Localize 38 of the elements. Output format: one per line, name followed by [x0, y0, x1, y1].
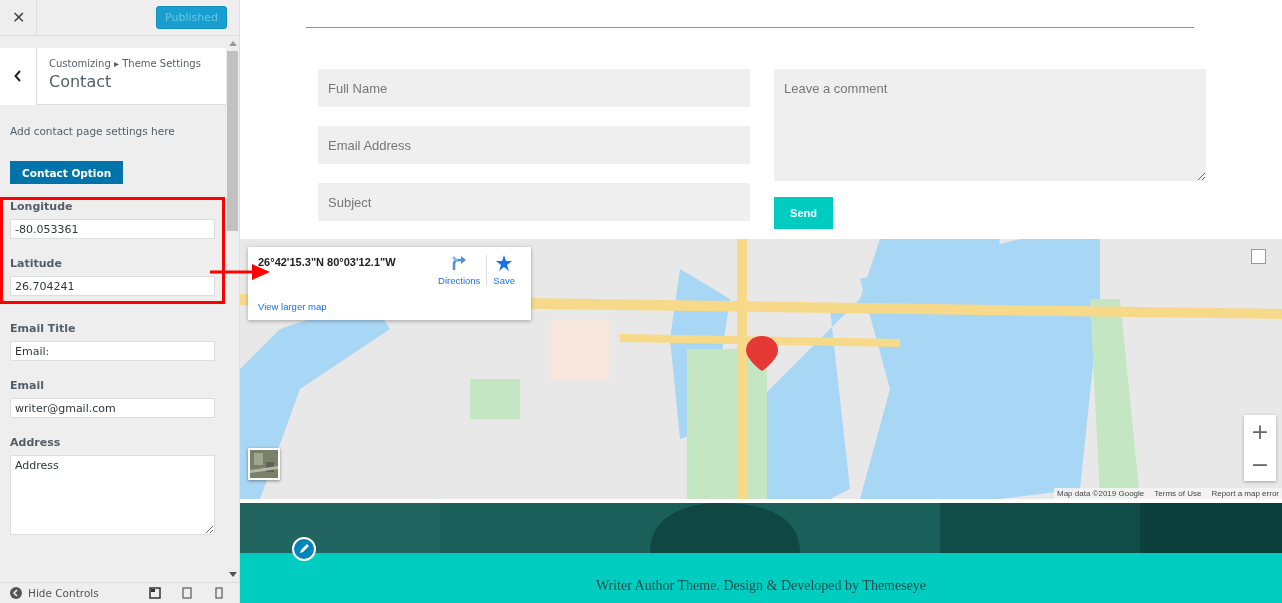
text-field[interactable]: Email: — [10, 341, 215, 361]
hide-controls-button[interactable]: Hide Controls — [28, 587, 143, 599]
map-link[interactable]: Terms of Use — [1154, 489, 1202, 498]
contact-option-button[interactable]: Contact Option — [10, 161, 124, 184]
zoom-out-button[interactable]: − — [1244, 448, 1276, 481]
map-link[interactable]: Report a map error — [1211, 489, 1279, 498]
tablet-icon[interactable] — [181, 587, 193, 599]
back-icon — [14, 70, 22, 82]
text-field[interactable]: -80.053361 — [10, 219, 215, 239]
input-field[interactable]: Full Name — [318, 69, 750, 107]
text-field[interactable]: 26.704241 — [10, 276, 215, 296]
footer-credit: Writer Author Theme. Design & Developed by Themeseye — [595, 578, 927, 595]
section-title: Contact — [49, 72, 112, 91]
view-larger-map-link[interactable]: View larger map — [258, 301, 327, 312]
map-attribution: Map data ©2019 Google — [1057, 489, 1145, 498]
save-button[interactable]: Save — [486, 255, 521, 286]
close-button[interactable]: ✕ — [0, 0, 37, 35]
text-field[interactable]: writer@gmail.com — [10, 398, 215, 418]
field-label: Email — [10, 379, 45, 393]
desktop-icon[interactable] — [149, 587, 161, 599]
coordinates: 26°42'15.3"N 80°03'12.1"W — [258, 256, 396, 268]
field-label: Longitude — [10, 200, 74, 214]
field-label: Address — [10, 436, 62, 450]
input-field[interactable]: Subject — [318, 183, 750, 221]
field-label: Latitude — [10, 257, 63, 271]
input-field[interactable]: Email Address — [318, 126, 750, 164]
address-field[interactable]: Address — [10, 455, 215, 535]
star-icon — [496, 255, 513, 271]
section-description: Add contact page settings here — [10, 125, 176, 137]
field-label: Email Title — [10, 322, 77, 336]
directions-icon — [451, 255, 468, 271]
map-checkbox[interactable] — [1251, 249, 1266, 264]
comment-field[interactable]: Leave a comment — [774, 69, 1206, 181]
zoom-in-button[interactable]: + — [1244, 415, 1276, 448]
breadcrumb: Customizing ▸ Theme Settings — [49, 58, 201, 69]
mobile-icon[interactable] — [213, 587, 225, 599]
collapse-icon — [10, 587, 22, 599]
directions-button[interactable]: Directions — [432, 255, 487, 286]
